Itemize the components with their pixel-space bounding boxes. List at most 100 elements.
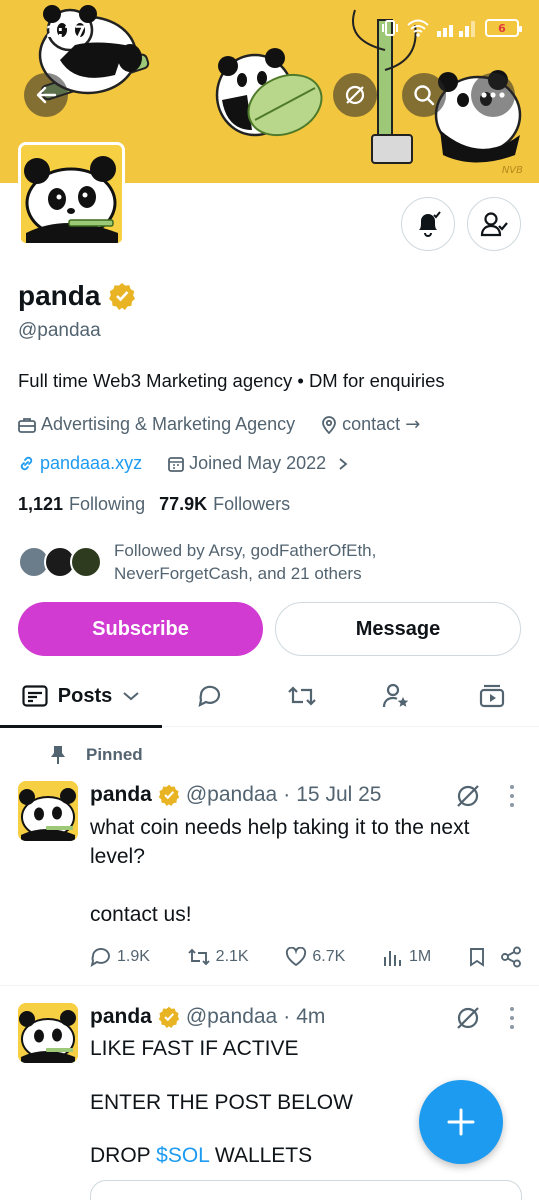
profile-tabs: Posts [0,665,539,728]
views-bar-icon [384,951,402,966]
profile-joined[interactable]: Joined May 2022 [168,453,349,474]
repost-count: 2.1K [215,948,249,965]
arrow-right-icon: → [405,414,421,435]
tab-highlights[interactable] [366,665,426,727]
profile-location-label: contact [342,414,401,434]
post-more-button[interactable] [509,1007,515,1029]
message-button[interactable]: Message [275,602,521,656]
battery-icon: 6 [485,19,522,37]
profile-name-row: panda [18,280,136,312]
follow-counts: 1,121 Following 77.9K Followers [18,494,290,515]
bell-check-icon [419,211,441,237]
post-avatar[interactable] [18,781,78,841]
post-avatar[interactable] [18,1003,78,1063]
pinned-indicator: Pinned [50,745,143,765]
more-button[interactable] [471,73,515,117]
status-bar: 2:17 6 [0,0,539,62]
tab-posts[interactable]: Posts [0,665,162,728]
profile-location[interactable]: contact → [321,414,420,435]
chevron-right-icon [339,457,348,470]
bookmark-share-group [468,946,522,968]
plus-icon [447,1108,475,1136]
following-count[interactable]: 1,121 [18,494,63,515]
quoted-post-card[interactable] [90,1180,522,1200]
post-header: panda @pandaa · 4m [90,1005,325,1029]
heart-icon [286,947,307,967]
follower-avatar [70,546,102,578]
profile-name: panda [18,280,101,311]
cashtag-link[interactable]: $SOL [156,1144,209,1167]
followed-by-text: Followed by Arsy, godFatherOfEth, NeverF… [114,541,377,583]
chevron-down-icon [123,692,139,701]
reply-count: 1.9K [117,948,150,965]
following-button[interactable] [467,197,521,251]
reply-bubble-icon [198,685,221,707]
post-header: panda @pandaa · 15 Jul 25 [90,783,381,807]
following-label[interactable]: Following [69,494,145,515]
post-separator: · [283,1005,291,1028]
followers-label[interactable]: Followers [213,494,290,515]
reply-button[interactable]: 1.9K [90,947,150,967]
tab-media[interactable] [462,665,522,727]
post-author-name[interactable]: panda [90,1005,152,1029]
post-author-handle[interactable]: @pandaa [186,783,277,807]
tab-active-indicator [0,725,162,728]
grok-button[interactable] [333,73,377,117]
panda-avatar-image [18,781,78,841]
grok-icon[interactable] [455,1005,481,1031]
tab-reposts[interactable] [272,665,332,727]
post-time[interactable]: 4m [296,1005,325,1029]
pinned-label: Pinned [86,745,143,764]
battery-level: 6 [498,21,506,35]
reply-icon [90,948,110,967]
post-author-handle[interactable]: @pandaa [186,1005,277,1029]
pin-icon [51,746,65,764]
bookmark-icon[interactable] [468,947,486,967]
search-button[interactable] [402,73,446,117]
profile-category: Advertising & Marketing Agency [18,414,295,435]
views-count: 1M [409,948,432,965]
views-button[interactable]: 1M [382,947,431,967]
slash-circle-icon [345,85,365,105]
verified-badge-icon[interactable] [108,282,136,310]
share-icon[interactable] [500,946,522,968]
grok-icon[interactable] [455,783,481,809]
post-actions: 1.9K 2.1K 6.7K 1M [90,943,522,971]
repost-icon [288,686,316,706]
media-video-icon [479,684,505,708]
notifications-subscribe-button[interactable] [401,197,455,251]
like-button[interactable]: 6.7K [285,947,345,967]
profile-bio: Full time Web3 Marketing agency • DM for… [18,370,445,391]
user-check-icon [480,212,508,237]
status-time: 2:17 [46,22,86,41]
post-text-wallets: WALLETS [209,1144,313,1167]
profile-website-link[interactable]: pandaaa.xyz [40,453,142,474]
followers-count[interactable]: 77.9K [159,494,207,515]
post-time[interactable]: 15 Jul 25 [296,783,381,807]
user-star-icon [382,683,409,708]
post-separator: · [283,783,291,806]
posts-icon [22,685,48,707]
post-more-button[interactable] [509,785,515,807]
signal-icon [437,21,475,37]
profile-website[interactable]: pandaaa.xyz [18,453,142,474]
tab-replies[interactable] [180,665,240,727]
verified-badge-icon [158,1006,180,1028]
followed-by[interactable]: Followed by Arsy, godFatherOfEth, NeverF… [18,539,434,585]
banner-watermark: NVB [501,165,523,176]
wifi-icon [407,19,429,37]
status-icons: 6 [381,18,522,38]
post-divider [0,985,539,986]
back-button[interactable] [24,73,68,117]
location-pin-icon [322,415,337,434]
repost-button[interactable]: 2.1K [187,947,249,967]
profile-handle: @pandaa [18,320,101,341]
search-icon [414,85,435,106]
repost-icon [188,948,210,966]
subscribe-button[interactable]: Subscribe [18,602,263,656]
post-author-name[interactable]: panda [90,783,152,807]
vibrate-icon [382,20,398,36]
profile-avatar[interactable] [18,142,125,246]
compose-post-button[interactable] [419,1080,503,1164]
panda-avatar-image [21,145,122,243]
